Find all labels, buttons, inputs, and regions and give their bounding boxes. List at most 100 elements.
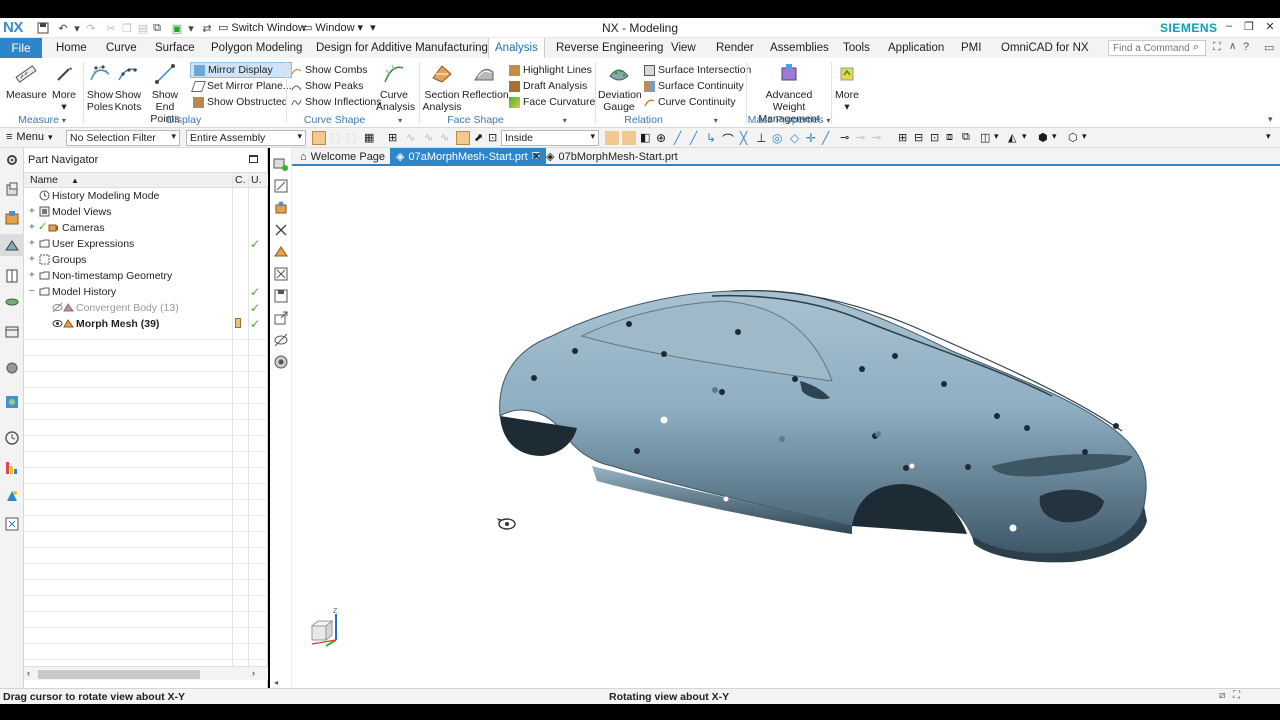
horizontal-scrollbar[interactable]: ‹ › [24, 666, 268, 680]
graphics-window[interactable]: Z [292, 166, 1280, 688]
chevron-down-icon[interactable]: ▾ [994, 131, 1008, 145]
measure-button[interactable]: Measure [6, 62, 47, 101]
surface-continuity-button[interactable]: Surface Continuity [644, 78, 751, 94]
snap-bounded-icon[interactable]: ⊸ [840, 131, 854, 145]
highlight-lines-button[interactable]: Highlight Lines [509, 62, 595, 78]
snap-line-icon[interactable]: ╱ [674, 131, 688, 145]
scroll-right-icon[interactable]: › [252, 668, 255, 678]
section-analysis-button[interactable]: Section Analysis [422, 62, 462, 113]
surface-intersection-button[interactable]: Surface Intersection [644, 62, 751, 78]
assembly-navigator-icon[interactable] [4, 182, 20, 198]
snap-arc-icon[interactable]: ⌒ [722, 131, 736, 147]
snap-end-icon[interactable] [622, 131, 636, 145]
render-icon[interactable] [273, 354, 289, 370]
column-name-header[interactable]: Name ▲ [30, 174, 79, 186]
tree-row-cameras[interactable]: + ✓ Cameras [24, 220, 268, 236]
select-vertex-icon[interactable]: ∿ [440, 131, 454, 145]
hide-eye-icon[interactable] [273, 332, 289, 348]
minimize-icon[interactable]: – [1221, 20, 1237, 36]
tab-view[interactable]: View [665, 38, 702, 58]
snap-point-icon[interactable] [605, 131, 619, 145]
clock-icon[interactable] [4, 430, 20, 446]
extrude-icon[interactable] [273, 200, 289, 216]
scroll-left-icon[interactable]: ‹ [27, 668, 30, 678]
collapse-panel-icon[interactable]: ◂ [274, 678, 278, 687]
tab-omnicad[interactable]: OmniCAD for NX [995, 38, 1095, 58]
tree-row-user-expressions[interactable]: + User Expressions ✓ [24, 236, 268, 252]
tab-render[interactable]: Render [710, 38, 760, 58]
fullscreen-icon[interactable]: ⛶ [1213, 41, 1221, 54]
snap-center-icon[interactable]: ⊕ [656, 131, 670, 145]
tab-assemblies[interactable]: Assemblies [764, 38, 835, 58]
curve-continuity-button[interactable]: Curve Continuity [644, 94, 751, 110]
history-palette-icon[interactable] [4, 360, 20, 376]
tree-row-convergent-body[interactable]: Convergent Body (13) ✓ [24, 300, 268, 316]
view-pan-icon[interactable]: ⊡ [930, 131, 944, 145]
ribbon-options-icon[interactable]: ▭ [1264, 41, 1274, 54]
tab-polygon-modeling[interactable]: Polygon Modeling [205, 38, 308, 58]
select-body-icon[interactable]: ⬚ [330, 131, 344, 145]
rectangle-select-icon[interactable]: ⊡ [488, 131, 502, 145]
tab-analysis[interactable]: Analysis [488, 38, 545, 58]
process-studio-icon[interactable] [4, 394, 20, 410]
tab-file[interactable]: File [0, 38, 42, 58]
expand-icon[interactable]: + [29, 254, 37, 265]
show-obstructed-button[interactable]: Show Obstructed [190, 94, 292, 110]
tab-pmi[interactable]: PMI [955, 38, 987, 58]
tree-row-history-mode[interactable]: History Modeling Mode [24, 188, 268, 204]
menu-button[interactable]: ≡ Menu ▾ [6, 131, 52, 143]
edge-display-icon[interactable]: ◭ [1008, 131, 1022, 145]
part-navigator-icon[interactable] [4, 238, 20, 254]
tree-row-model-views[interactable]: + Model Views [24, 204, 268, 220]
show-peaks-button[interactable]: Show Peaks [291, 78, 381, 94]
chevron-down-icon[interactable]: ▾ [1052, 131, 1066, 145]
show-poles-button[interactable]: Show Poles [86, 62, 114, 113]
snap-curve-icon[interactable]: ↳ [706, 131, 720, 145]
edit-feature-icon[interactable] [273, 244, 289, 260]
system-scenes-icon[interactable] [4, 488, 20, 504]
constraint-navigator-icon[interactable] [4, 210, 20, 226]
maximize-icon[interactable] [249, 155, 258, 163]
tree-row-model-history[interactable]: − Model History ✓ [24, 284, 268, 300]
work-layer-icon[interactable]: ⬢ [1038, 131, 1052, 145]
export-icon[interactable] [273, 310, 289, 326]
expand-icon[interactable]: + [29, 206, 37, 217]
snap-nearest-icon[interactable]: ╱ [822, 131, 836, 145]
collapse-icon[interactable]: − [29, 286, 37, 297]
view-fit-icon[interactable]: ⊞ [898, 131, 912, 145]
scrollbar-thumb[interactable] [38, 670, 200, 679]
show-hide-body-icon[interactable] [273, 156, 289, 172]
tab-tools[interactable]: Tools [837, 38, 876, 58]
measure-more-button[interactable]: More ▾ [48, 62, 80, 113]
tab-reverse-engineering[interactable]: Reverse Engineering [550, 38, 669, 58]
snap-mid-icon[interactable]: ◧ [640, 131, 654, 145]
selection-filter-dropdown[interactable]: No Selection Filter ▾ [66, 130, 180, 146]
face-curvature-button[interactable]: Face Curvature [509, 94, 595, 110]
set-mirror-plane-button[interactable]: Set Mirror Plane... [190, 78, 292, 94]
select-edge-icon[interactable]: ∿ [424, 131, 438, 145]
select-chain-icon[interactable]: ⬈ [474, 131, 488, 145]
select-face-icon[interactable]: ⬚ [346, 131, 360, 145]
fullscreen-icon[interactable]: ⛶ [1233, 690, 1240, 701]
curve-analysis-button[interactable]: Curve Analysis [376, 62, 415, 113]
render-style-icon[interactable]: ◫ [980, 131, 994, 145]
close-icon[interactable]: ✕ [1262, 20, 1278, 36]
delete-icon[interactable] [273, 266, 289, 282]
expand-icon[interactable]: + [29, 222, 37, 233]
tab-07b-morph-mesh[interactable]: ◈ 07bMorphMesh-Start.prt [540, 148, 684, 165]
snap-on-face-icon[interactable]: ⊸ [856, 131, 870, 145]
restore-icon[interactable]: ❐ [1241, 20, 1257, 36]
draft-analysis-button[interactable]: Draft Analysis [509, 78, 595, 94]
view-rotate-icon[interactable]: ⧈ [946, 131, 960, 145]
tab-design-for-additive-manufacturing[interactable]: Design for Additive Manufacturing [310, 38, 494, 58]
select-feature-icon[interactable] [312, 131, 326, 145]
tab-application[interactable]: Application [882, 38, 950, 58]
sketch-icon[interactable] [273, 178, 289, 194]
ribbon-expand-icon[interactable]: ▾ [1268, 114, 1273, 125]
tab-home[interactable]: Home [50, 38, 93, 58]
general-selection-icon[interactable]: ▦ [364, 131, 378, 145]
show-hide-icon[interactable]: ⬡ [1068, 131, 1082, 145]
gear-icon[interactable] [4, 152, 20, 168]
more-button[interactable]: More ▾ [834, 62, 860, 113]
select-curve-icon[interactable]: ∿ [406, 131, 420, 145]
